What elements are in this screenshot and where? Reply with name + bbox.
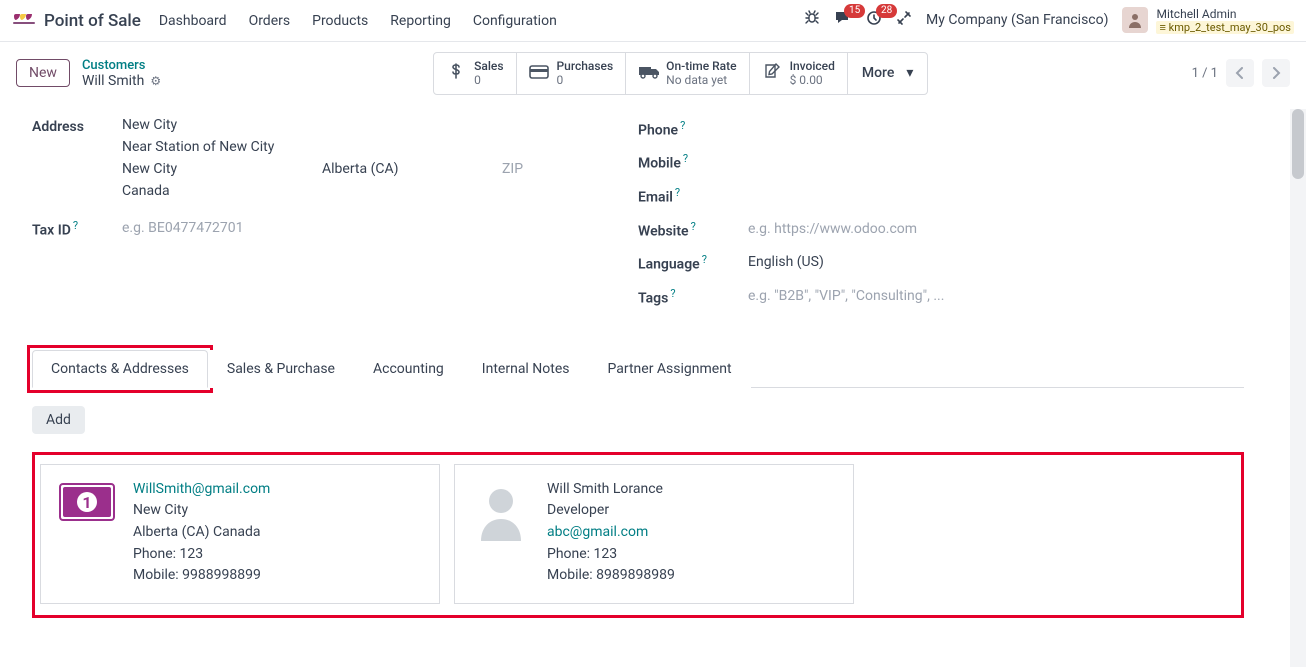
tabs: Contacts & Addresses Sales & Purchase Ac… <box>32 349 1244 388</box>
contact-card[interactable]: 1 WillSmith@gmail.com New City Alberta (… <box>40 464 440 604</box>
contact-email: abc@gmail.com <box>547 522 675 544</box>
label-phone: Phone? <box>638 117 748 139</box>
scrollbar-thumb[interactable] <box>1292 109 1304 179</box>
activities-badge: 28 <box>876 4 897 18</box>
nav-links: Dashboard Orders Products Reporting Conf… <box>159 13 557 29</box>
new-button[interactable]: New <box>16 59 70 87</box>
tools-icon[interactable] <box>896 10 912 30</box>
stat-more[interactable]: More ▾ <box>848 53 928 94</box>
nav-orders[interactable]: Orders <box>249 13 291 29</box>
website-input[interactable]: e.g. https://www.odoo.com <box>748 221 917 237</box>
stat-invoiced[interactable]: Invoiced$ 0.00 <box>750 53 848 94</box>
nav-reporting[interactable]: Reporting <box>390 13 451 29</box>
person-icon <box>471 479 531 589</box>
tab-sales-purchase[interactable]: Sales & Purchase <box>208 350 354 388</box>
pencil-note-icon <box>762 62 782 85</box>
form-scroll[interactable]: Address New City Near Station of New Cit… <box>0 109 1306 667</box>
label-email: Email? <box>638 184 748 206</box>
card-icon <box>529 63 549 84</box>
label-address: Address <box>32 117 122 135</box>
dollar-icon <box>446 62 466 85</box>
label-taxid: Tax ID? <box>32 217 122 239</box>
vertical-scrollbar[interactable] <box>1290 109 1306 667</box>
invoice-address-icon: 1 <box>57 479 117 589</box>
database-name: kmp_2_test_may_30_pos <box>1156 21 1294 34</box>
control-panel: New Customers Will Smith ⚙ Sales0 Purcha… <box>0 42 1306 109</box>
stat-sales[interactable]: Sales0 <box>434 53 516 94</box>
user-menu[interactable]: Mitchell Admin kmp_2_test_may_30_pos <box>1122 7 1294 35</box>
truck-icon <box>638 63 658 84</box>
highlight-box-cards: 1 WillSmith@gmail.com New City Alberta (… <box>32 452 1244 618</box>
avatar-icon <box>1122 7 1148 33</box>
tab-accounting[interactable]: Accounting <box>354 350 463 388</box>
contact-phone: Phone: 123 <box>133 544 270 566</box>
contact-city: New City <box>133 500 270 522</box>
contact-name: Will Smith Lorance <box>547 479 675 501</box>
tab-contacts-addresses[interactable]: Contacts & Addresses <box>32 350 208 388</box>
user-name: Mitchell Admin <box>1156 7 1294 21</box>
label-tags: Tags? <box>638 285 748 307</box>
top-nav: Point of Sale Dashboard Orders Products … <box>0 0 1306 42</box>
breadcrumb: Customers Will Smith ⚙ <box>82 58 161 89</box>
label-language: Language? <box>638 251 748 273</box>
messages-icon[interactable]: 15 <box>834 10 852 30</box>
app-title[interactable]: Point of Sale <box>44 11 141 31</box>
tab-internal-notes[interactable]: Internal Notes <box>463 350 589 388</box>
contact-mobile: Mobile: 8989898989 <box>547 565 675 587</box>
pager-next[interactable] <box>1262 59 1290 87</box>
language-select[interactable]: English (US) <box>748 254 824 270</box>
contact-title: Developer <box>547 500 675 522</box>
messages-badge: 15 <box>844 4 865 18</box>
stat-on-time-rate[interactable]: On-time RateNo data yet <box>626 53 749 94</box>
svg-text:1: 1 <box>82 493 91 512</box>
activities-icon[interactable]: 28 <box>866 10 882 30</box>
stat-buttons: Sales0 Purchases0 On-time RateNo data ye… <box>433 52 928 95</box>
nav-products[interactable]: Products <box>312 13 368 29</box>
debug-icon[interactable] <box>804 10 820 30</box>
pager-text[interactable]: 1 / 1 <box>1192 66 1218 81</box>
pager: 1 / 1 <box>1192 59 1290 87</box>
breadcrumb-current: Will Smith <box>82 73 144 89</box>
label-mobile: Mobile? <box>638 150 748 172</box>
contact-email: WillSmith@gmail.com <box>133 479 270 501</box>
add-contact-button[interactable]: Add <box>32 406 85 434</box>
breadcrumb-parent[interactable]: Customers <box>82 58 161 73</box>
tags-input[interactable]: e.g. "B2B", "VIP", "Consulting", ... <box>748 288 944 304</box>
tab-partner-assignment[interactable]: Partner Assignment <box>589 350 751 388</box>
contact-mobile: Mobile: 9988998899 <box>133 565 270 587</box>
caret-down-icon: ▾ <box>906 65 913 81</box>
nav-configuration[interactable]: Configuration <box>473 13 557 29</box>
nav-dashboard[interactable]: Dashboard <box>159 13 227 29</box>
address-input[interactable]: New City Near Station of New City New Ci… <box>122 117 523 205</box>
taxid-input[interactable]: e.g. BE0477472701 <box>122 220 244 236</box>
pager-prev[interactable] <box>1226 59 1254 87</box>
contact-region: Alberta (CA) Canada <box>133 522 270 544</box>
contact-phone: Phone: 123 <box>547 544 675 566</box>
app-logo-icon[interactable] <box>12 12 36 30</box>
gear-icon[interactable]: ⚙ <box>150 74 161 88</box>
label-website: Website? <box>638 218 748 240</box>
company-switcher[interactable]: My Company (San Francisco) <box>926 12 1108 28</box>
stat-purchases[interactable]: Purchases0 <box>517 53 627 94</box>
contact-card[interactable]: Will Smith Lorance Developer abc@gmail.c… <box>454 464 854 604</box>
